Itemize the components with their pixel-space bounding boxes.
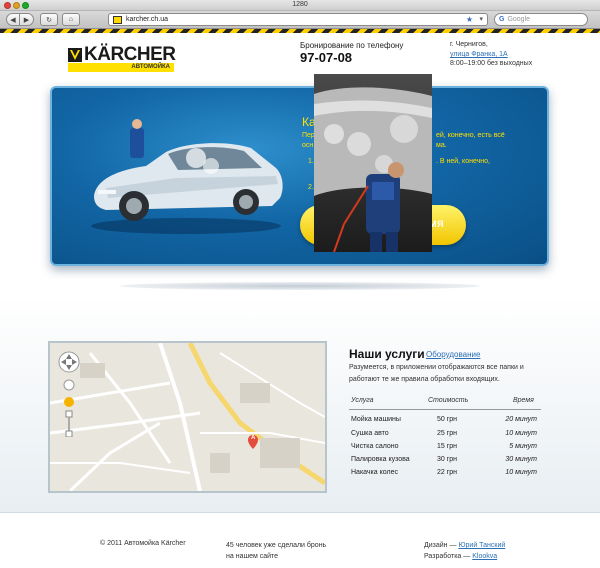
arrow-left-icon: ◀ — [10, 16, 16, 24]
karcher-emblem-icon — [68, 48, 82, 62]
browser-toolbar: ◀ ▶ ↻ ⌂ karcher.ch.ua ★ ▾ G Google — [0, 11, 600, 29]
design-credit: Дизайн — Юрий Танский — [424, 540, 505, 551]
footer-divider — [0, 512, 600, 513]
phone-number: 97-07-08 — [300, 50, 353, 65]
service-name: Чистка салоно — [351, 443, 399, 450]
designer-link[interactable]: Юрий Танский — [458, 542, 505, 549]
forward-button[interactable]: ▶ — [20, 13, 34, 26]
dev-credit: Разработка — Klookva — [424, 551, 505, 562]
service-price: 50 грн — [436, 416, 457, 423]
map-canvas — [50, 343, 325, 491]
home-button[interactable]: ⌂ — [62, 13, 80, 26]
service-time: 20 минут — [505, 416, 537, 423]
map-zoom-control[interactable] — [64, 397, 74, 437]
banner-list-item: 2. — [308, 184, 314, 191]
column-header-price: Стоимость — [428, 397, 469, 404]
window-title: 1280 — [292, 1, 308, 8]
address-city: г. Чернигов, — [450, 41, 488, 48]
banner-list-item-text: . В ней, конечно, — [436, 158, 490, 165]
reload-icon: ↻ — [46, 16, 52, 24]
banner-text-left: осн — [302, 142, 314, 149]
home-icon: ⌂ — [68, 16, 74, 23]
table-divider — [349, 409, 541, 410]
column-header-time: Время — [513, 397, 534, 404]
design-label: Дизайн — — [424, 542, 457, 549]
service-name: Сушка авто — [351, 430, 389, 437]
search-placeholder: Google — [507, 16, 531, 23]
banner-text-left: Пер — [302, 132, 315, 139]
hazard-stripe — [0, 29, 600, 33]
booking-counter-line: на нашем сайте — [226, 553, 279, 560]
car-wash-illustration — [91, 119, 283, 234]
column-header-service: Услуга — [351, 397, 374, 404]
developer-link[interactable]: Klookva — [472, 553, 497, 560]
banner-text-right: ей, конечно, есть всё — [436, 132, 505, 139]
service-time: 5 минут — [509, 443, 537, 450]
map-pan-control[interactable] — [58, 351, 80, 391]
address-street-link[interactable]: улица Франка, 1А — [450, 51, 508, 58]
dev-label: Разработка — — [424, 553, 471, 560]
reload-button[interactable]: ↻ — [40, 13, 58, 26]
table-row: Мойка машины 50 грн 20 минут — [349, 416, 541, 429]
table-row: Сушка авто 25 грн 10 минут — [349, 430, 541, 443]
address-bar[interactable]: karcher.ch.ua ★ ▾ — [108, 13, 488, 26]
back-button[interactable]: ◀ — [6, 13, 20, 26]
service-price: 22 грн — [436, 469, 457, 476]
promo-banner: Ка Пер ей, конечно, есть всё осн ма. 1. … — [50, 86, 549, 266]
banner-shadow — [120, 282, 480, 290]
service-name: Мойка машины — [351, 416, 401, 423]
google-icon: G — [499, 16, 505, 23]
chevron-down-icon[interactable]: ▾ — [479, 15, 483, 23]
phone-label: Бронирование по телефону — [300, 41, 404, 50]
table-row: Палировка кузова 30 грн 30 минут — [349, 456, 541, 469]
search-input[interactable]: G Google — [494, 13, 588, 26]
url-text: karcher.ch.ua — [126, 16, 169, 23]
opening-hours: 8:00–19:00 без выходных — [450, 60, 533, 67]
service-time: 10 минут — [505, 469, 537, 476]
table-row: Чистка салоно 15 грн 5 минут — [349, 443, 541, 456]
bookmark-star-icon[interactable]: ★ — [466, 15, 473, 24]
equipment-link[interactable]: Оборудование — [426, 350, 480, 359]
logo-subtitle: АВТОМОЙКА — [68, 63, 174, 72]
map-marker-label: A — [251, 435, 256, 441]
banner-text-right: ма. — [436, 142, 447, 149]
window-titlebar: 1280 — [0, 0, 600, 11]
footer-copyright: © 2011 Автомойка Kärcher — [100, 540, 186, 547]
site-favicon-icon — [113, 15, 122, 24]
footer-credits: Дизайн — Юрий Танский Разработка — Klook… — [424, 540, 505, 562]
service-price: 25 грн — [436, 430, 457, 437]
washer-photo — [314, 74, 432, 252]
services-title: Наши услуги — [349, 347, 425, 361]
location-map[interactable]: A — [48, 341, 327, 493]
arrow-right-icon: ▶ — [23, 16, 30, 24]
booking-counter: 45 человек уже сделали бронь на нашем са… — [226, 540, 326, 562]
services-description: Разумеется, в приложении отображаются вс… — [349, 364, 524, 383]
service-name: Накачка колес — [351, 469, 398, 476]
washer-photo-image — [314, 74, 432, 252]
booking-counter-line: 45 человек уже сделали бронь — [226, 542, 327, 549]
service-price: 30 грн — [436, 456, 457, 463]
table-row: Накачка колес 22 грн 10 минут — [349, 469, 541, 482]
service-price: 15 грн — [436, 443, 457, 450]
service-name: Палировка кузова — [351, 456, 410, 463]
service-time: 10 минут — [505, 430, 537, 437]
service-time: 30 минут — [505, 456, 537, 463]
banner-list-item: 1. — [308, 158, 314, 165]
